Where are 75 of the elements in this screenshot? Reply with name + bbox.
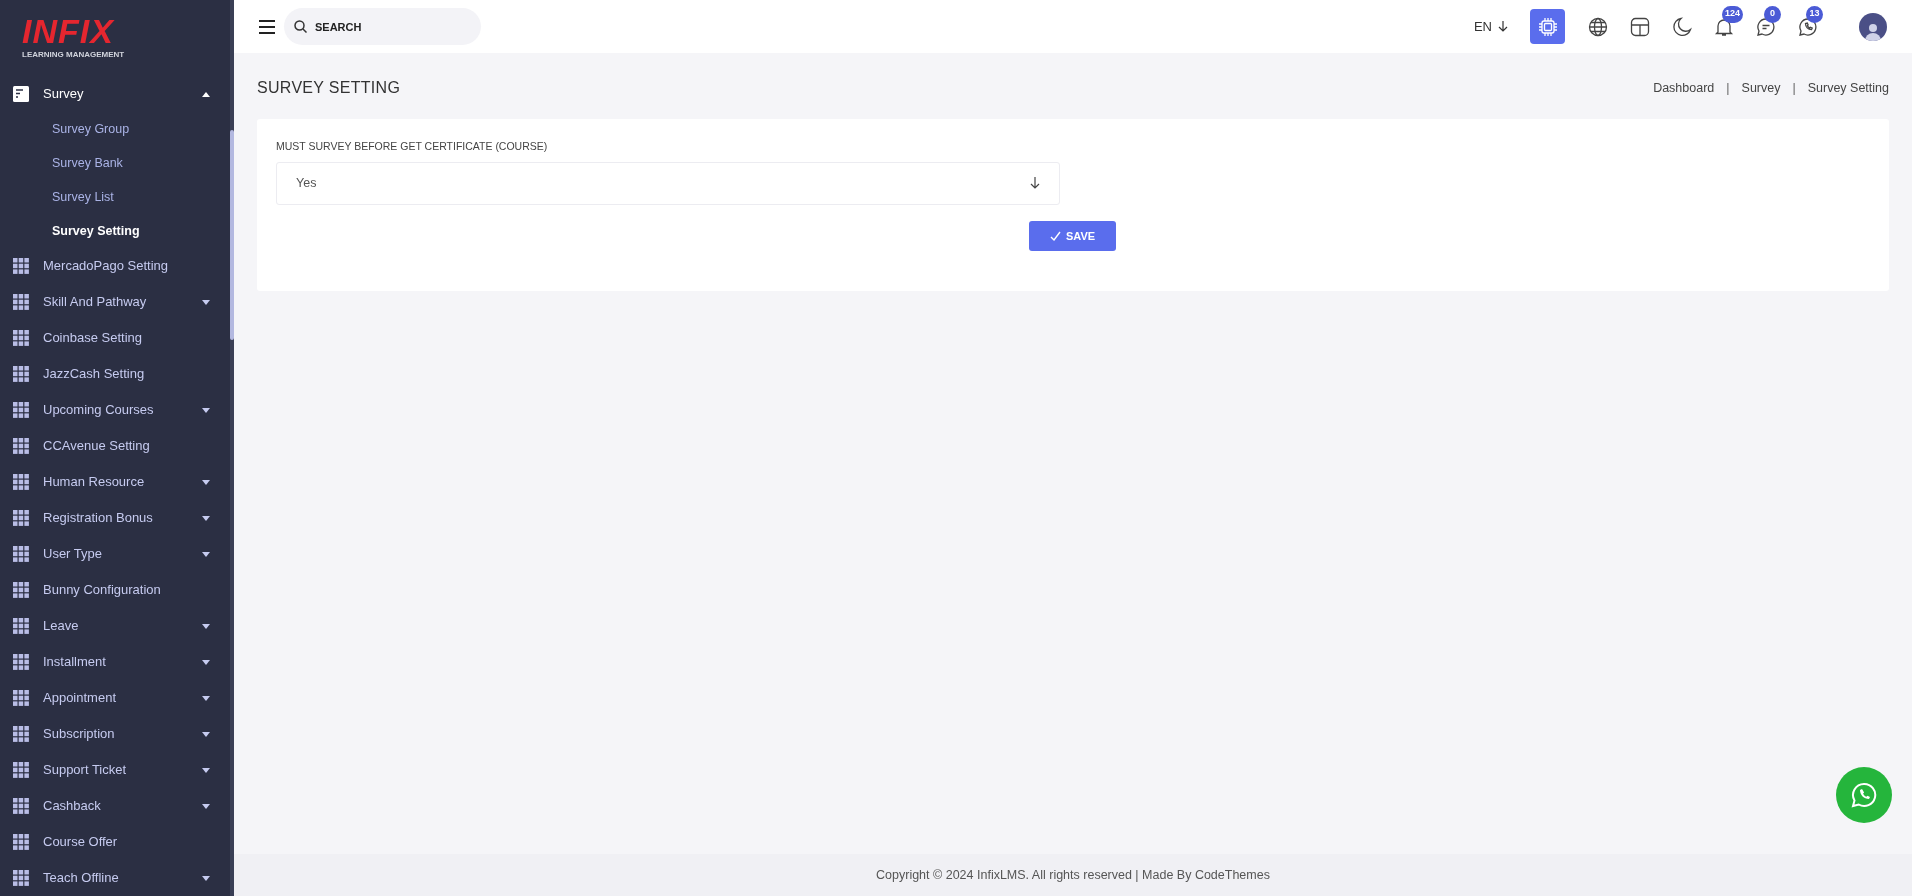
field-label: MUST SURVEY BEFORE GET CERTIFICATE (COURSE): [276, 139, 548, 154]
sidebar-subitem[interactable]: Survey Bank: [0, 146, 230, 180]
save-button[interactable]: SAVE: [1029, 221, 1116, 251]
sidebar-item[interactable]: MercadoPago Setting: [0, 248, 230, 284]
document-icon: [13, 86, 29, 102]
sidebar-item[interactable]: User Type: [0, 536, 230, 572]
grid-icon: [13, 546, 29, 562]
menu-icon[interactable]: [259, 19, 275, 34]
breadcrumb-link[interactable]: Survey Setting: [1807, 78, 1889, 98]
scrollbar-thumb[interactable]: [230, 130, 234, 340]
grid-icon: [13, 690, 29, 706]
whatsapp-icon: [1851, 782, 1877, 808]
sidebar-item[interactable]: Human Resource: [0, 464, 230, 500]
grid-icon: [13, 618, 29, 634]
notification-count: 13: [1806, 5, 1823, 23]
sidebar-item[interactable]: Coinbase Setting: [0, 320, 230, 356]
sidebar-subitem[interactable]: Survey Group: [0, 112, 230, 146]
arrow-down-icon: [1030, 177, 1040, 190]
chat-icon: [1756, 16, 1776, 37]
globe-icon: [1588, 16, 1608, 37]
sidebar-item[interactable]: Installment: [0, 644, 230, 680]
grid-icon: [13, 438, 29, 454]
sidebar-item[interactable]: Upcoming Courses: [0, 392, 230, 428]
logo-tagline: LEARNING MANAGEMENT: [22, 50, 125, 60]
grid-icon: [13, 258, 29, 274]
grid-icon: [13, 402, 29, 418]
grid-icon: [13, 654, 29, 670]
chip-icon: [1537, 16, 1558, 37]
sidebar-item[interactable]: Survey: [0, 76, 230, 112]
sidebar-item[interactable]: Skill And Pathway: [0, 284, 230, 320]
ai-button[interactable]: [1530, 9, 1565, 44]
logo-wordmark: INFIX: [22, 12, 114, 50]
grid-icon: [13, 474, 29, 490]
breadcrumb-link[interactable]: Dashboard: [1653, 78, 1715, 98]
moon-icon: [1672, 16, 1692, 37]
search-icon: [294, 20, 307, 33]
sidebar-item[interactable]: Registration Bonus: [0, 500, 230, 536]
check-icon: [1049, 231, 1061, 241]
grid-icon: [13, 870, 29, 886]
grid-icon: [13, 582, 29, 598]
grid-icon: [13, 834, 29, 850]
sidebar-item[interactable]: Appointment: [0, 680, 230, 716]
grid-icon: [13, 294, 29, 310]
sidebar-item[interactable]: JazzCash Setting: [0, 356, 230, 392]
user-avatar[interactable]: [1859, 12, 1887, 41]
sidebar-item[interactable]: Bunny Configuration: [0, 572, 230, 608]
grid-icon: [13, 330, 29, 346]
breadcrumb-separator: |: [1792, 79, 1796, 97]
page-title: SURVEY SETTING: [257, 78, 401, 98]
notification-count: 0: [1764, 5, 1781, 23]
language-selector[interactable]: EN: [1473, 16, 1508, 37]
search-field[interactable]: SEARCH: [284, 8, 481, 45]
breadcrumb-link[interactable]: Survey: [1741, 78, 1781, 98]
sidebar-item[interactable]: Cashback: [0, 788, 230, 824]
copyright-text: Copyright © 2024 InfixLMS. All rights reserved | Made By CodeThemes: [876, 866, 1270, 884]
grid-icon: [13, 762, 29, 778]
breadcrumb-separator: |: [1726, 79, 1730, 97]
sidebar-item[interactable]: Support Ticket: [0, 752, 230, 788]
layout-icon: [1630, 16, 1650, 37]
sidebar-item[interactable]: Leave: [0, 608, 230, 644]
whatsapp-chat-button[interactable]: [1836, 767, 1892, 823]
sidebar-item[interactable]: Subscription: [0, 716, 230, 752]
sidebar-item[interactable]: Course Offer: [0, 824, 230, 860]
sidebar-subitem[interactable]: Survey List: [0, 180, 230, 214]
sidebar-subitem[interactable]: Survey Setting: [0, 214, 230, 248]
grid-icon: [13, 366, 29, 382]
grid-icon: [13, 726, 29, 742]
notification-count: 124: [1722, 5, 1744, 23]
sidebar-item[interactable]: Teach Offline: [0, 860, 230, 896]
arrow-down-icon: [1498, 21, 1508, 32]
sidebar-item[interactable]: CCAvenue Setting: [0, 428, 230, 464]
grid-icon: [13, 798, 29, 814]
whatsapp-icon: [1798, 16, 1818, 37]
select-field[interactable]: Yes: [276, 161, 1060, 205]
grid-icon: [13, 510, 29, 526]
